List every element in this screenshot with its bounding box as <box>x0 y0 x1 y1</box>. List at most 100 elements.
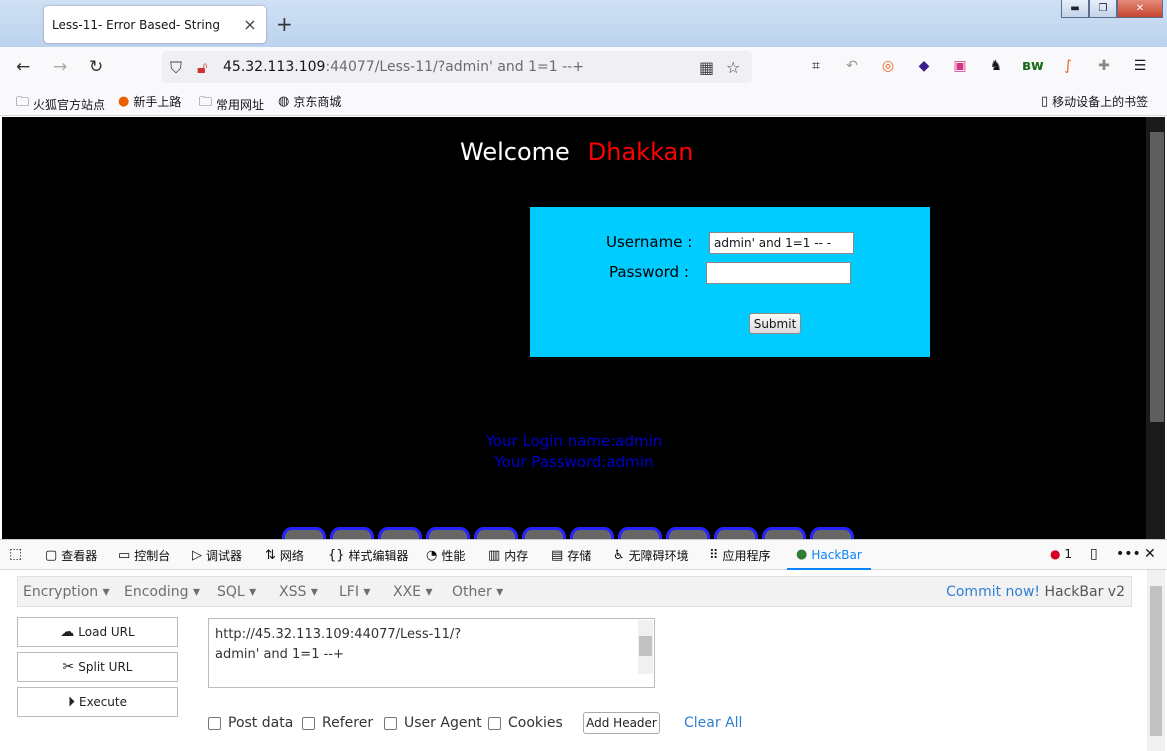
user-name: Dhakkan <box>587 138 694 166</box>
memory-icon: ▥ <box>488 548 501 563</box>
tab-accessibility[interactable]: ♿︎ 无障碍环境 <box>613 547 689 564</box>
extension-puzzle-icon[interactable]: ✚ <box>1094 56 1114 76</box>
bookmarks-toolbar: 🗀 火狐官方站点 ● 新手上路 🗀 常用网址 ◍ 京东商城 ▯ 移动设备上的书签 <box>0 87 1167 116</box>
tab-network[interactable]: ⇅ 网络 <box>265 547 304 564</box>
tab-inspector[interactable]: ▢ 查看器 <box>45 547 97 564</box>
browser-tab[interactable]: Less-11- Error Based- String × <box>44 6 266 43</box>
close-devtools-icon[interactable]: ✕ <box>1144 546 1156 562</box>
new-tab-icon[interactable]: + <box>276 12 293 36</box>
submit-button[interactable]: Submit <box>749 313 801 334</box>
scissors-icon: ✂ <box>62 659 75 675</box>
style-editor-icon: {} <box>328 548 345 563</box>
application-icon: ⠿ <box>709 548 719 563</box>
hackbar-url-textarea[interactable]: http://45.32.113.109:44077/Less-11/? adm… <box>208 618 655 688</box>
split-url-button[interactable]: ✂ Split URL <box>17 652 178 682</box>
menu-lfi[interactable]: LFI ▾ <box>339 584 370 600</box>
password-input[interactable] <box>706 262 851 284</box>
execute-button[interactable]: ⏵ Execute <box>17 687 178 717</box>
navigation-bar: ← → ↻ ⛉ 🔓︎ 45.32.113.109:44077/Less-11/?… <box>0 47 1167 87</box>
password-label: Password : <box>609 263 689 281</box>
tab-style-editor[interactable]: {} 样式编辑器 <box>328 547 409 564</box>
insecure-lock-icon[interactable]: 🔓︎ <box>197 58 207 78</box>
banner-image <box>282 527 872 539</box>
undo-icon[interactable]: ↶ <box>842 56 862 76</box>
maximize-button[interactable]: ❐ <box>1089 0 1117 18</box>
network-icon: ⇅ <box>265 548 276 563</box>
screenshot-crop-icon[interactable]: ⌗ <box>806 56 826 76</box>
cookies-checkbox[interactable]: Cookies <box>488 715 563 731</box>
menu-xss[interactable]: XSS ▾ <box>279 584 318 600</box>
window-controls: ▬ ❐ ✕ <box>1061 0 1163 18</box>
tab-performance[interactable]: ◔ 性能 <box>426 547 465 564</box>
element-picker-icon[interactable]: ⬚ <box>9 546 22 562</box>
forward-arrow-icon[interactable]: → <box>53 57 67 77</box>
extension-swirl-icon[interactable]: ∫ <box>1058 56 1078 76</box>
page-scrollbar[interactable] <box>1146 117 1165 539</box>
extension-n-icon[interactable]: ▣ <box>950 56 970 76</box>
extension-bw-icon[interactable]: ʙw <box>1022 56 1044 76</box>
error-counter[interactable]: ● 1 <box>1050 547 1072 561</box>
tab-console[interactable]: ▭ 控制台 <box>118 547 170 564</box>
tab-application[interactable]: ⠿ 应用程序 <box>709 547 771 564</box>
menu-xxe[interactable]: XXE ▾ <box>393 584 433 600</box>
commit-link[interactable]: Commit now! <box>946 584 1040 600</box>
username-input[interactable]: admin' and 1=1 -- - <box>709 232 854 254</box>
minimize-button[interactable]: ▬ <box>1061 0 1089 18</box>
password-result: Your Password:admin <box>494 453 654 471</box>
url-text[interactable]: 45.32.113.109:44077/Less-11/?admin' and … <box>223 59 584 75</box>
storage-icon: ▤ <box>551 548 564 563</box>
tab-memory[interactable]: ▥ 内存 <box>488 547 528 564</box>
menu-hamburger-icon[interactable]: ☰ <box>1130 56 1150 76</box>
extension-diamond-icon[interactable]: ◆ <box>914 56 934 76</box>
menu-encoding[interactable]: Encoding ▾ <box>124 584 200 600</box>
page-scrollbar-thumb[interactable] <box>1150 132 1164 422</box>
inspector-icon: ▢ <box>45 548 58 563</box>
tab-hackbar[interactable]: ● HackBar <box>796 547 862 562</box>
bookmark-item[interactable]: 🗀 火狐官方站点 <box>16 93 105 115</box>
reload-icon[interactable]: ↻ <box>89 57 103 77</box>
devtools-scrollbar[interactable] <box>1147 570 1165 751</box>
more-options-icon[interactable]: ••• <box>1116 546 1141 562</box>
globe-icon: ◍ <box>278 94 290 109</box>
clear-all-link[interactable]: Clear All <box>684 715 742 731</box>
bookmark-item[interactable]: ▯ 移动设备上的书签 <box>1041 93 1148 110</box>
shield-icon[interactable]: ⛉ <box>170 58 182 78</box>
bookmark-item[interactable]: 🗀 常用网址 <box>199 93 264 115</box>
play-icon: ⏵ <box>68 694 75 710</box>
debugger-icon: ▷ <box>192 548 202 563</box>
menu-sql[interactable]: SQL ▾ <box>217 584 256 600</box>
qr-code-icon[interactable]: ▦ <box>699 58 714 77</box>
hackbar-toolbar: Encryption ▾ Encoding ▾ SQL ▾ XSS ▾ LFI … <box>17 576 1132 607</box>
user-agent-checkbox[interactable]: User Agent <box>384 715 482 731</box>
extension-spy-icon[interactable]: ♞ <box>986 56 1006 76</box>
tab-strip: Less-11- Error Based- String × + ▬ ❐ ✕ <box>0 0 1167 47</box>
active-tab-indicator <box>787 568 871 570</box>
welcome-heading: Welcome Dhakkan <box>460 138 694 166</box>
devtools-tab-bar: ⬚ ▢ 查看器 ▭ 控制台 ▷ 调试器 ⇅ 网络 {} 样式编辑器 ◔ 性能 ▥ 内存 ▤ 存储… <box>0 540 1167 570</box>
address-bar[interactable]: ⛉ 🔓︎ 45.32.113.109:44077/Less-11/?admin'… <box>162 51 752 83</box>
login-form: Username : admin' and 1=1 -- - Password … <box>530 207 930 357</box>
menu-other[interactable]: Other ▾ <box>452 584 503 600</box>
hackbar-icon: ● <box>796 547 808 562</box>
dock-side-icon[interactable]: ▯ <box>1090 546 1098 562</box>
cloud-download-icon: ☁ <box>60 624 75 640</box>
close-window-button[interactable]: ✕ <box>1117 0 1163 18</box>
bookmark-item[interactable]: ● 新手上路 <box>118 93 181 110</box>
bookmark-star-icon[interactable]: ☆ <box>726 58 740 77</box>
tab-debugger[interactable]: ▷ 调试器 <box>192 547 242 564</box>
referer-checkbox[interactable]: Referer <box>302 715 373 731</box>
add-header-button[interactable]: Add Header <box>583 712 660 734</box>
textarea-scrollbar[interactable] <box>638 620 653 674</box>
extension-circle-icon[interactable]: ◎ <box>878 56 898 76</box>
bookmark-item[interactable]: ◍ 京东商城 <box>278 93 341 110</box>
mobile-icon: ▯ <box>1041 94 1049 109</box>
tab-storage[interactable]: ▤ 存储 <box>551 547 591 564</box>
menu-encryption[interactable]: Encryption ▾ <box>23 584 110 600</box>
post-data-checkbox[interactable]: Post data <box>208 715 293 731</box>
web-page: Welcome Dhakkan Username : admin' and 1=1… <box>2 117 1146 539</box>
accessibility-icon: ♿︎ <box>613 548 625 563</box>
login-name-result: Your Login name:admin <box>485 432 663 450</box>
load-url-button[interactable]: ☁ Load URL <box>17 617 178 647</box>
close-tab-icon[interactable]: × <box>242 15 258 34</box>
back-arrow-icon[interactable]: ← <box>16 57 30 77</box>
